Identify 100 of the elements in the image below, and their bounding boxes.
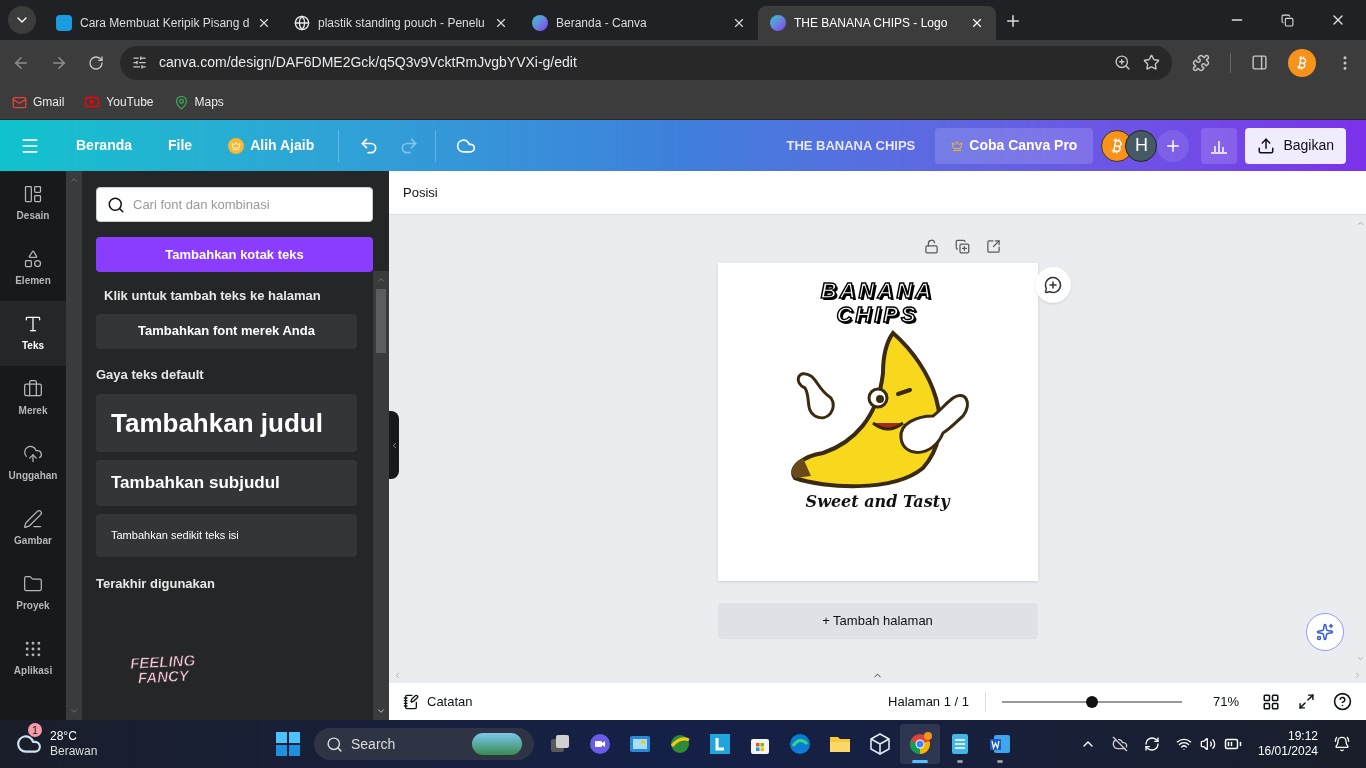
time-text: 19:12 [1287,729,1318,744]
zoom-percentage[interactable]: 71% [1206,691,1246,712]
grid-icon [23,639,43,659]
text-style-button[interactable]: Tambahkan sedikit teks isi [96,514,357,557]
layout-icon [23,184,43,204]
site-settings-icon[interactable] [132,55,147,70]
comment-button[interactable] [1035,267,1071,303]
browser-tab[interactable]: Beranda - Canva [520,6,758,40]
cloud-error-icon[interactable] [1111,736,1128,752]
add-text-box-button[interactable]: Tambahkan kotak teks [96,237,373,272]
sidebar-tab[interactable]: Gambar [0,496,66,561]
notifications-icon[interactable] [1334,736,1350,752]
search-icon [326,735,343,753]
sidebar-tab[interactable]: Merek [0,366,66,431]
share-button[interactable]: Bagikan [1245,127,1346,164]
share-icon [1257,136,1276,155]
unlock-icon[interactable] [924,239,939,254]
magic-assistant-button[interactable] [1306,613,1344,651]
sidebar-tab[interactable]: Aplikasi [0,626,66,691]
tab-title: Beranda - Canva [556,15,648,32]
new-tab-icon[interactable] [1004,12,1022,30]
temperature-text: 28°C [50,729,78,744]
letter-t-icon [23,314,43,334]
scroll-down-icon[interactable] [376,706,386,716]
section-heading: Gaya teks default [96,365,205,384]
fullscreen-icon[interactable] [1298,693,1315,710]
add-comment-icon [1044,276,1062,294]
zoom-slider-thumb[interactable] [1086,695,1098,708]
close-icon[interactable] [494,16,508,30]
taskbar-search-field[interactable]: Search [314,728,534,760]
side-panel-icon[interactable] [1251,54,1268,71]
add-people-button[interactable] [1157,129,1190,162]
reload-icon[interactable] [88,54,104,71]
scrollbar-thumb[interactable] [376,289,386,353]
search-icon [107,195,125,214]
browser-tab[interactable]: THE BANANA CHIPS - Logo [758,6,996,40]
add-page-icon[interactable] [986,239,1001,254]
notes-icon [403,693,419,710]
sync-icon[interactable] [1143,736,1160,752]
taskbar-app-button[interactable] [900,724,940,764]
weather-text: Berawan [50,744,98,759]
extensions-icon[interactable] [1192,53,1210,72]
pro-trial-button[interactable]: Coba Canva Pro [935,127,1094,164]
sidebar-tab[interactable]: Elemen [0,236,66,301]
bookmark-star-icon[interactable] [1143,54,1160,71]
add-page-button[interactable]: + Tambah halaman [717,603,1038,639]
insights-button[interactable] [1201,127,1238,164]
address-bar[interactable]: canva.com/design/DAF6DME2Gck/q5Q3v9VcktRmJvgbYVXi-g/edit [120,45,1172,80]
sidebar-tab[interactable]: Unggahan [0,431,66,496]
page-counter[interactable]: Halaman 1 / 1 [888,691,969,712]
section-heading: Terakhir digunakan [96,575,216,593]
wave-icon[interactable] [788,732,812,756]
notification-badge: 1 [28,723,42,737]
collapse-panel-handle[interactable] [389,411,399,479]
search-input[interactable]: Cari font dan kombinasi [133,194,362,215]
clock[interactable]: 19:12 16/01/2024 [1257,729,1318,759]
zoom-slider[interactable] [1002,695,1182,708]
mail-icon [12,94,27,110]
duplicate-icon[interactable] [955,239,970,254]
grid-view-icon[interactable] [1262,692,1280,711]
document-app-icon[interactable] [988,732,1012,756]
text-style-button[interactable]: Tambahkan judul [96,394,357,452]
position-button[interactable]: Posisi [403,182,438,203]
close-icon[interactable] [732,16,746,30]
start-icon[interactable] [276,732,300,756]
sparkles-icon [1316,623,1334,641]
brand-font-button[interactable]: Tambahkan font merek Anda [96,313,357,349]
profile-avatar[interactable] [1288,48,1316,77]
volume-icon[interactable] [1199,736,1216,752]
wifi-icon[interactable] [1175,736,1192,752]
help-icon[interactable] [1333,692,1352,711]
url-text: canva.com/design/DAF6DME2Gck/q5Q3v9VcktRmJvgbYVXi-g/edit [159,53,578,72]
folder-icon [23,574,43,594]
notes-button[interactable]: Catatan [403,691,473,712]
browser-tab[interactable]: Cara Membuat Keripik Pisang d [44,6,282,40]
text-combo-preview[interactable]: FEELING FANCY [107,650,219,687]
document-title[interactable]: THE BANANA CHIPS [786,135,916,156]
document-icon [56,15,72,31]
browser-tab[interactable]: plastik standing pouch - Penelu [282,6,520,40]
cloud-upload-icon [23,444,43,464]
briefcase-icon [23,379,43,399]
map-pin-icon [173,94,189,110]
text-style-button[interactable]: Tambahkan subjudul [96,460,357,506]
landscape-thumbnail [472,733,522,755]
sidebar-tab[interactable]: Teks [0,301,66,366]
zoom-icon[interactable] [1114,54,1131,71]
shapes-icon [23,249,43,269]
video-chat-icon[interactable] [588,732,612,756]
restore-icon[interactable] [1281,13,1294,27]
browser-icon[interactable] [908,732,932,756]
sidebar-tab[interactable]: Desain [0,171,66,236]
close-icon[interactable] [970,16,984,30]
bookmark-link[interactable]: Maps [173,93,224,111]
tab-list-button[interactable] [8,6,36,34]
bookmark-link[interactable]: Gmail [12,93,65,111]
bookmark-link[interactable]: YouTube [84,93,154,111]
cube-icon[interactable] [868,732,892,756]
sidebar-tab[interactable]: Proyek [0,561,66,626]
search-field[interactable]: Cari font dan kombinasi [96,187,373,222]
square-app-icon[interactable] [708,732,732,756]
